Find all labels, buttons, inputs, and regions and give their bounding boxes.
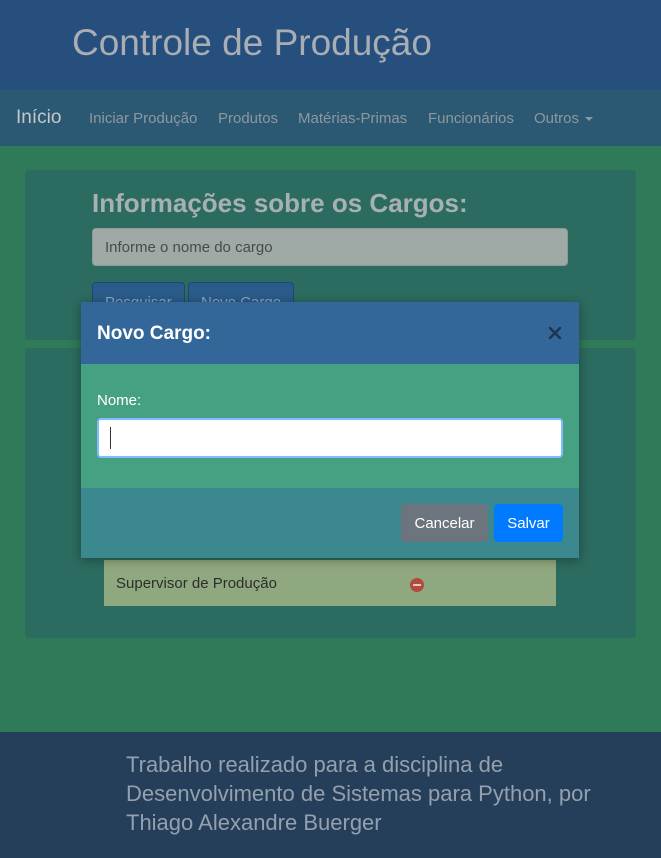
nav-link-funcionarios[interactable]: Funcionários xyxy=(428,110,514,127)
list-item: Supervisor de Produção xyxy=(104,560,556,606)
remove-icon[interactable] xyxy=(410,578,424,592)
new-cargo-modal: Novo Cargo: Nome: Cancelar Salvar xyxy=(81,302,579,558)
nav-link-produtos[interactable]: Produtos xyxy=(218,110,278,127)
cancel-button[interactable]: Cancelar xyxy=(401,504,488,542)
section-title: Informações sobre os Cargos: xyxy=(92,188,468,218)
nav-link-iniciar-producao[interactable]: Iniciar Produção xyxy=(89,110,197,127)
nav-brand-inicio[interactable]: Início xyxy=(16,107,61,129)
close-x-icon xyxy=(548,326,562,340)
nav-dropdown-outros-label: Outros xyxy=(534,110,580,127)
modal-header: Novo Cargo: xyxy=(81,302,579,364)
page-header: Controle de Produção xyxy=(0,0,661,90)
nav-dropdown-outros[interactable]: Outros xyxy=(534,110,594,127)
page-title: Controle de Produção xyxy=(72,22,432,63)
save-button[interactable]: Salvar xyxy=(494,504,563,542)
page-footer: Trabalho realizado para a disciplina de … xyxy=(0,732,661,858)
footer-text: Trabalho realizado para a disciplina de … xyxy=(126,752,591,835)
name-field-label: Nome: xyxy=(97,392,142,409)
cargo-name: Supervisor de Produção xyxy=(116,575,277,592)
caret-down-icon xyxy=(585,117,594,122)
modal-body: Nome: xyxy=(81,364,579,488)
text-cursor xyxy=(110,427,111,449)
modal-title: Novo Cargo: xyxy=(97,323,211,344)
navbar: Início Iniciar Produção Produtos Matéria… xyxy=(0,90,661,146)
cargo-name-input[interactable] xyxy=(97,418,563,458)
cargo-search-input[interactable] xyxy=(92,228,568,266)
close-icon[interactable] xyxy=(543,321,567,345)
modal-footer: Cancelar Salvar xyxy=(81,488,579,558)
nav-link-materias-primas[interactable]: Matérias-Primas xyxy=(298,110,407,127)
